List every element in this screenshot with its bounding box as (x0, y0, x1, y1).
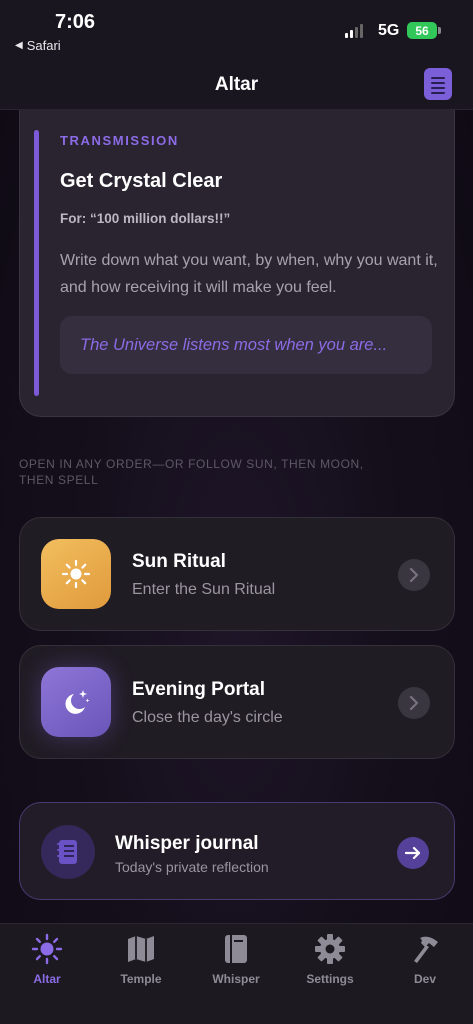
journal-subtitle: Today's private reflection (115, 859, 269, 875)
sun-icon (61, 559, 91, 589)
transmission-quote: The Universe listens most when you are..… (60, 316, 432, 374)
tab-label: Whisper (212, 972, 260, 986)
transmission-eyebrow: TRANSMISSION (60, 133, 179, 148)
status-bar: 7:06 ◀ Safari 5G 56 (0, 0, 473, 62)
sun-tile (41, 539, 111, 609)
sun-icon (31, 933, 63, 965)
accent-bar (34, 130, 39, 396)
battery-icon: 56 (407, 22, 437, 39)
tab-label: Temple (120, 972, 162, 986)
battery-level: 56 (415, 23, 429, 38)
transmission-title: Get Crystal Clear (60, 170, 223, 192)
order-hint: OPEN IN ANY ORDER—OR FOLLOW SUN, THEN MO… (19, 457, 364, 487)
sun-ritual-subtitle: Enter the Sun Ritual (132, 581, 276, 598)
back-triangle-icon: ◀ (15, 40, 23, 51)
moon-tile (41, 667, 111, 737)
tab-settings[interactable]: Settings (290, 932, 370, 986)
transmission-body: Write down what you want, by when, why y… (60, 252, 438, 296)
back-to-app-link[interactable]: ◀ Safari (15, 38, 61, 53)
journal-icon (41, 825, 95, 879)
tab-label: Dev (413, 972, 436, 986)
tab-bar: Altar Temple Whisper Settings Dev (0, 923, 473, 1024)
whisper-journal-card[interactable]: Whisper journal Today's private reflecti… (19, 802, 455, 900)
back-app-label: Safari (26, 38, 61, 53)
journal-title: Whisper journal (115, 833, 259, 854)
sun-ritual-card[interactable]: Sun Ritual Enter the Sun Ritual (19, 517, 455, 631)
status-time: 7:06 (55, 11, 96, 33)
network-label: 5G (378, 22, 400, 39)
book-icon (225, 935, 247, 963)
chevron-right-icon[interactable] (398, 687, 430, 719)
tab-dev[interactable]: Dev (385, 932, 465, 986)
sun-ritual-title: Sun Ritual (132, 551, 226, 572)
gear-icon (315, 934, 345, 964)
tab-whisper[interactable]: Whisper (196, 932, 276, 986)
arrow-right-icon[interactable] (397, 837, 429, 869)
nav-bar: Altar (0, 62, 473, 110)
battery-cap (438, 27, 441, 34)
tab-label: Altar (33, 972, 61, 986)
page-title: Altar (214, 74, 259, 95)
evening-portal-subtitle: Close the day's circle (132, 709, 283, 726)
map-icon (128, 936, 154, 962)
moon-stars-icon (65, 690, 90, 714)
hammer-icon (414, 936, 438, 963)
tab-label: Settings (306, 972, 354, 986)
evening-portal-card[interactable]: Evening Portal Close the day's circle (19, 645, 455, 759)
tab-temple[interactable]: Temple (101, 932, 181, 986)
chevron-right-icon[interactable] (398, 559, 430, 591)
signal-icon (345, 24, 363, 38)
transmission-for: For: “100 million dollars!!” (60, 211, 231, 226)
evening-portal-title: Evening Portal (132, 679, 266, 700)
transmission-card: TRANSMISSION Get Crystal Clear For: “100… (19, 110, 455, 417)
journal-icon[interactable] (424, 68, 452, 100)
tab-altar[interactable]: Altar (7, 932, 87, 986)
